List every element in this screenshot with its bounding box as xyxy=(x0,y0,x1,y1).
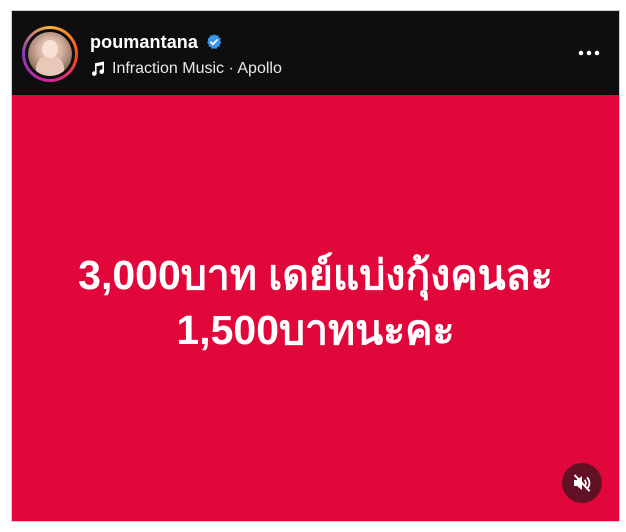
verified-badge-icon xyxy=(207,34,222,49)
audio-label: Infraction Music · Apollo xyxy=(112,60,282,77)
speaker-muted-icon xyxy=(574,474,591,492)
more-options-icon xyxy=(578,50,600,56)
reel-post: poumantana Infraction Music · Apollo 3,0… xyxy=(11,10,620,522)
mute-toggle-button[interactable] xyxy=(562,463,602,503)
video-content[interactable]: 3,000บาท เดย์แบ่งกุ้งคนละ 1,500บาทนะคะ xyxy=(12,95,619,521)
post-header: poumantana Infraction Music · Apollo xyxy=(12,11,619,95)
avatar[interactable] xyxy=(28,32,72,76)
more-options-button[interactable] xyxy=(577,41,601,65)
music-note-icon xyxy=(92,61,104,76)
audio-attribution[interactable]: Infraction Music · Apollo xyxy=(90,58,282,80)
caption-line-1: 3,000บาท เดย์แบ่งกุ้งคนละ xyxy=(78,252,553,298)
video-caption: 3,000บาท เดย์แบ่งกุ้งคนละ 1,500บาทนะคะ xyxy=(12,248,619,358)
username-row: poumantana xyxy=(90,31,223,53)
username[interactable]: poumantana xyxy=(90,32,198,53)
caption-line-2: 1,500บาทนะคะ xyxy=(176,307,455,353)
story-ring[interactable] xyxy=(22,26,78,82)
